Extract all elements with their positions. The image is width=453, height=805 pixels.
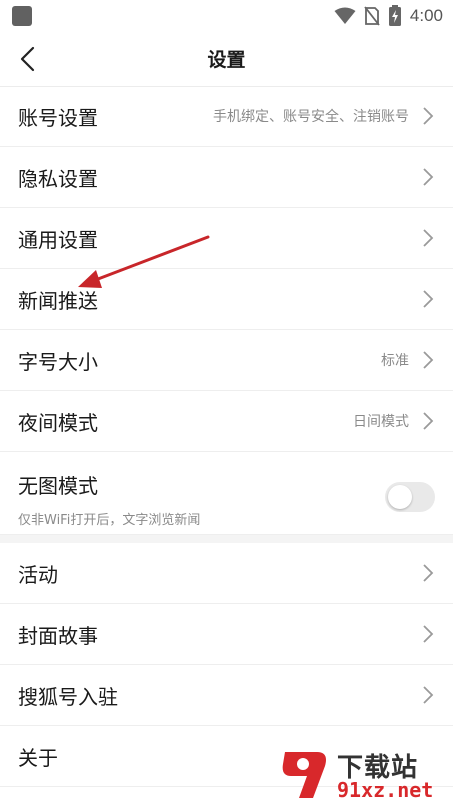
item-label: 新闻推送 [18, 288, 98, 313]
item-value: 标准 [381, 353, 409, 369]
settings-item-night-mode[interactable]: 夜间模式 日间模式 [0, 391, 453, 452]
item-label: 封面故事 [18, 623, 98, 648]
chevron-right-icon [423, 107, 434, 125]
no-sim-icon [364, 6, 380, 26]
logo-mark-icon [282, 752, 326, 798]
item-label: 账号设置 [18, 105, 98, 130]
watermark-url: 91xz.net [337, 778, 434, 802]
chevron-right-icon [423, 229, 434, 247]
chevron-right-icon [423, 412, 434, 430]
item-label: 夜间模式 [18, 410, 98, 435]
chevron-right-icon [423, 351, 434, 369]
chevron-right-icon [423, 625, 434, 643]
toggle-knob [388, 485, 412, 509]
item-label: 无图模式 [18, 474, 98, 498]
no-image-mode-toggle[interactable] [385, 482, 435, 512]
watermark-logo: 下载站 91xz.net [277, 745, 447, 803]
battery-charging-icon [388, 5, 401, 26]
item-label: 活动 [18, 562, 58, 587]
wifi-icon [334, 7, 356, 24]
page-title: 设置 [207, 49, 246, 71]
chevron-right-icon [423, 168, 434, 186]
item-label: 搜狐号入驻 [18, 684, 118, 709]
settings-item-cover-story[interactable]: 封面故事 [0, 604, 453, 665]
settings-item-font-size[interactable]: 字号大小 标准 [0, 330, 453, 391]
top-nav-bar: 设置 [0, 32, 453, 87]
settings-item-sohu-account[interactable]: 搜狐号入驻 [0, 665, 453, 726]
item-label: 通用设置 [18, 227, 98, 252]
app-square-icon [12, 6, 32, 26]
settings-item-no-image-mode: 无图模式 仅非WiFi打开后，文字浏览新闻 [0, 452, 453, 535]
chevron-right-icon [423, 686, 434, 704]
settings-item-general[interactable]: 通用设置 [0, 208, 453, 269]
settings-item-privacy[interactable]: 隐私设置 [0, 147, 453, 208]
item-label: 隐私设置 [18, 166, 98, 191]
settings-item-activity[interactable]: 活动 [0, 543, 453, 604]
chevron-right-icon [423, 290, 434, 308]
settings-list: 账号设置 手机绑定、账号安全、注销账号 隐私设置 通用设置 新闻推送 字号大小 … [0, 86, 453, 787]
item-label: 字号大小 [18, 349, 98, 374]
item-value: 手机绑定、账号安全、注销账号 [213, 109, 409, 125]
settings-item-news-push[interactable]: 新闻推送 [0, 269, 453, 330]
item-value: 日间模式 [353, 414, 409, 430]
clock-time: 4:00 [409, 6, 443, 25]
section-divider [0, 535, 453, 543]
chevron-right-icon [423, 564, 434, 582]
settings-item-account[interactable]: 账号设置 手机绑定、账号安全、注销账号 [0, 86, 453, 147]
status-bar: 4:00 [0, 0, 453, 32]
item-subtitle: 仅非WiFi打开后，文字浏览新闻 [18, 513, 201, 528]
